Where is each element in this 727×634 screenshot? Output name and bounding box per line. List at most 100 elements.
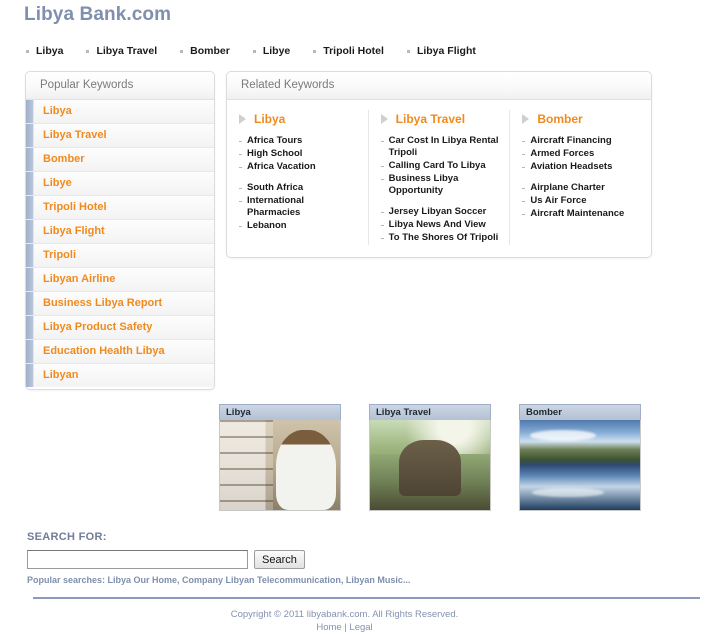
dash-icon — [522, 141, 526, 142]
image-card-title: Bomber — [519, 404, 641, 420]
nav-link-label[interactable]: Libya Travel — [96, 45, 157, 57]
sidebar-item-tripoli-hotel[interactable]: Tripoli Hotel — [26, 196, 214, 220]
related-keywords-columns: Libya Africa Tours High School Africa Va… — [227, 100, 651, 257]
list-item[interactable]: Africa Tours — [239, 135, 358, 147]
sidebar-item-libya-flight[interactable]: Libya Flight — [26, 220, 214, 244]
list-item[interactable]: Lebanon — [239, 220, 358, 232]
nav-item-libya-flight[interactable]: Libya Flight — [406, 45, 476, 57]
popular-keywords-list: Libya Libya Travel Bomber Libye Tripoli … — [26, 100, 214, 389]
list-item[interactable]: South Africa — [239, 182, 358, 194]
nav-item-bomber[interactable]: Bomber — [180, 45, 230, 57]
related-column-libya: Libya Africa Tours High School Africa Va… — [227, 110, 369, 245]
nav-link-label[interactable]: Libya — [36, 45, 63, 57]
sidebar-item-libya-travel[interactable]: Libya Travel — [26, 124, 214, 148]
list-item[interactable]: Us Air Force — [522, 195, 641, 207]
footer-link-separator: | — [344, 622, 347, 633]
sidebar-item-label: Libya Travel — [43, 129, 107, 141]
related-column-title[interactable]: Bomber — [537, 112, 582, 126]
related-column-bomber: Bomber Aircraft Financing Armed Forces A… — [510, 110, 651, 245]
sidebar-item-education-health-libya[interactable]: Education Health Libya — [26, 340, 214, 364]
list-item[interactable]: High School — [239, 148, 358, 160]
sidebar-item-business-libya-report[interactable]: Business Libya Report — [26, 292, 214, 316]
sidebar-item-label: Tripoli Hotel — [43, 201, 107, 213]
dash-icon — [522, 214, 526, 215]
dash-icon — [239, 201, 242, 202]
bullet-icon — [406, 49, 410, 53]
accent-bar-icon — [26, 196, 34, 219]
list-item[interactable]: Jersey Libyan Soccer — [380, 206, 500, 218]
arrow-right-icon — [239, 114, 246, 124]
bullet-icon — [313, 49, 317, 53]
list-item[interactable]: Business Libya Opportunity — [380, 173, 500, 197]
related-link-label: Aviation Headsets — [530, 161, 613, 172]
related-column-title[interactable]: Libya Travel — [396, 112, 465, 126]
footer-link-home[interactable]: Home — [316, 622, 341, 633]
image-card-title: Libya Travel — [369, 404, 491, 420]
sidebar-item-libye[interactable]: Libye — [26, 172, 214, 196]
popular-keywords-panel: Popular Keywords Libya Libya Travel Bomb… — [25, 71, 215, 390]
mountain-lake-photo[interactable] — [519, 420, 641, 511]
related-keywords-heading: Related Keywords — [227, 72, 651, 100]
nav-item-libya-travel[interactable]: Libya Travel — [86, 45, 157, 57]
image-card-libya-travel[interactable]: Libya Travel — [369, 404, 491, 511]
related-column-header[interactable]: Libya — [239, 112, 358, 126]
dash-icon — [522, 201, 526, 202]
nav-link-label[interactable]: Libye — [263, 45, 290, 57]
search-button[interactable]: Search — [254, 550, 305, 569]
sidebar-item-label: Libya Product Safety — [43, 321, 153, 333]
list-item[interactable]: Aviation Headsets — [522, 161, 641, 173]
sidebar-item-tripoli[interactable]: Tripoli — [26, 244, 214, 268]
accent-bar-icon — [26, 316, 34, 339]
list-item[interactable]: Armed Forces — [522, 148, 641, 160]
dash-icon — [239, 167, 242, 168]
accent-bar-icon — [26, 292, 34, 315]
sidebar-item-bomber[interactable]: Bomber — [26, 148, 214, 172]
nav-link-label[interactable]: Bomber — [190, 45, 230, 57]
related-link-label: Airplane Charter — [530, 182, 605, 193]
nav-link-label[interactable]: Tripoli Hotel — [323, 45, 384, 57]
accent-bar-icon — [26, 244, 34, 267]
accent-bar-icon — [26, 100, 34, 123]
image-card-bomber[interactable]: Bomber — [519, 404, 641, 511]
list-item[interactable]: Libya News And View — [380, 219, 500, 231]
sidebar-item-label: Business Libya Report — [43, 297, 163, 309]
related-link-label: Us Air Force — [530, 195, 587, 206]
image-card-libya[interactable]: Libya — [219, 404, 341, 511]
related-column-title[interactable]: Libya — [254, 112, 285, 126]
pharmacy-shelves-photo[interactable] — [219, 420, 341, 511]
related-keywords-panel: Related Keywords Libya Africa Tours High… — [226, 71, 652, 258]
list-item[interactable]: Aircraft Financing — [522, 135, 641, 147]
related-column-header[interactable]: Libya Travel — [380, 112, 500, 126]
nav-item-libye[interactable]: Libye — [252, 45, 290, 57]
list-item[interactable]: Calling Card To Libya — [380, 160, 500, 172]
nav-link-label[interactable]: Libya Flight — [417, 45, 476, 57]
related-column-header[interactable]: Bomber — [522, 112, 641, 126]
sidebar-item-libya[interactable]: Libya — [26, 100, 214, 124]
travellers-hut-photo[interactable] — [369, 420, 491, 511]
list-item[interactable]: Aircraft Maintenance — [522, 208, 641, 220]
nav-item-libya[interactable]: Libya — [26, 45, 63, 57]
related-link-label: Africa Vacation — [247, 161, 316, 172]
sidebar-item-libyan[interactable]: Libyan — [26, 364, 214, 387]
sidebar-item-libyan-airline[interactable]: Libyan Airline — [26, 268, 214, 292]
list-item[interactable]: To The Shores Of Tripoli — [380, 232, 500, 244]
list-item[interactable]: Airplane Charter — [522, 182, 641, 194]
sidebar-item-label: Tripoli — [43, 249, 76, 261]
list-item[interactable]: International Pharmacies — [239, 195, 358, 219]
accent-bar-icon — [26, 220, 34, 243]
arrow-right-icon — [522, 114, 530, 124]
search-input[interactable] — [27, 550, 248, 569]
dash-icon — [380, 212, 384, 213]
list-item[interactable]: Car Cost In Libya Rental Tripoli — [380, 135, 500, 159]
related-column-libya-travel: Libya Travel Car Cost In Libya Rental Tr… — [369, 110, 511, 245]
sidebar-item-label: Libya Flight — [43, 225, 105, 237]
content-area: Popular Keywords Libya Libya Travel Bomb… — [0, 71, 727, 390]
related-link-label: Aircraft Maintenance — [530, 208, 625, 219]
popular-searches-text[interactable]: Popular searches: Libya Our Home, Compan… — [27, 575, 727, 585]
nav-item-tripoli-hotel[interactable]: Tripoli Hotel — [313, 45, 384, 57]
list-item[interactable]: Africa Vacation — [239, 161, 358, 173]
bullet-icon — [252, 49, 256, 53]
sidebar-item-libya-product-safety[interactable]: Libya Product Safety — [26, 316, 214, 340]
sidebar-item-label: Libyan Airline — [43, 273, 116, 285]
footer-link-legal[interactable]: Legal — [349, 622, 372, 633]
